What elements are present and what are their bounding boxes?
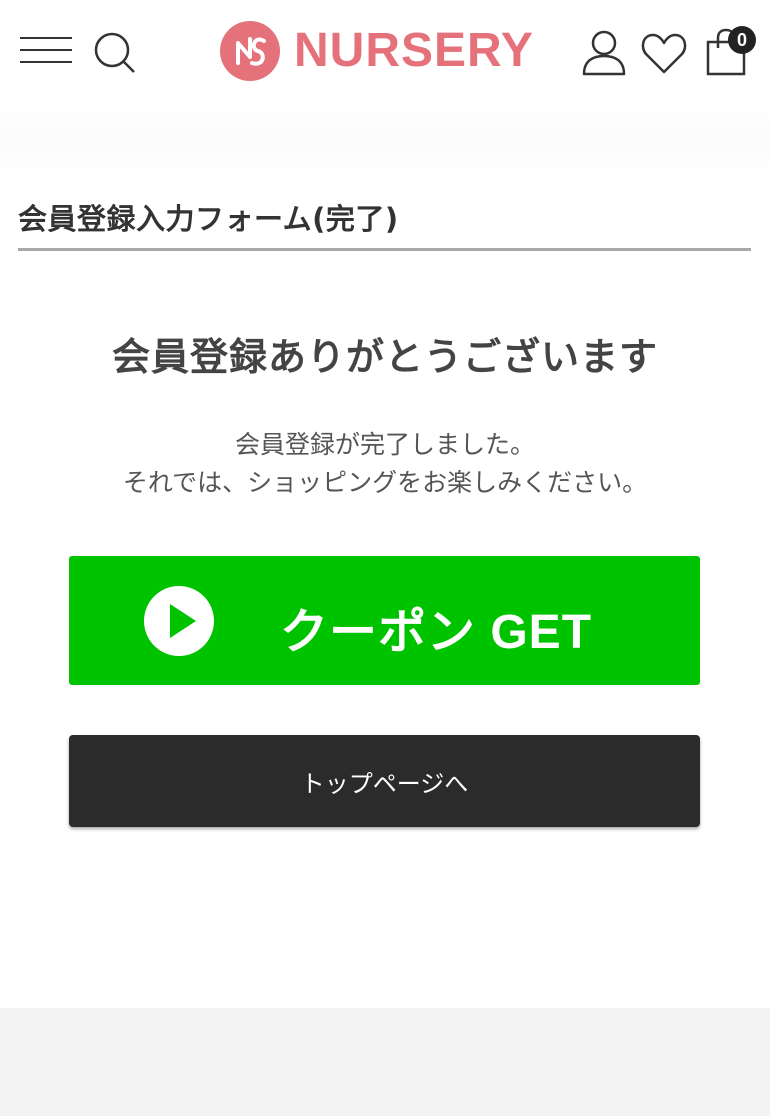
coupon-button-label: クーポン GET xyxy=(280,606,593,659)
logo-text: NURSERY xyxy=(294,24,534,77)
top-page-button[interactable]: トップページへ xyxy=(69,735,700,827)
site-header: NURSERY 0 xyxy=(0,0,770,100)
hamburger-menu-icon[interactable] xyxy=(20,36,74,66)
footer-area xyxy=(0,1008,770,1116)
message-line-1: 会員登録が完了しました。 xyxy=(234,430,535,459)
coupon-get-button[interactable]: クーポン GET xyxy=(69,556,700,685)
banner-area xyxy=(0,100,770,180)
cart-count-badge: 0 xyxy=(728,26,756,54)
heart-icon[interactable] xyxy=(640,30,688,76)
message-line-2: それでは、ショッピングをお楽しみください。 xyxy=(122,468,648,497)
site-logo[interactable]: NURSERY xyxy=(220,20,550,82)
thanks-heading: 会員登録ありがとうございます xyxy=(111,335,658,379)
top-page-button-label: トップページへ xyxy=(300,769,469,798)
play-icon xyxy=(144,586,214,656)
user-icon[interactable] xyxy=(580,28,628,78)
completion-message: 会員登録が完了しました。 それでは、ショッピングをお楽しみください。 xyxy=(0,426,770,502)
search-icon[interactable] xyxy=(92,30,138,76)
section-divider xyxy=(18,248,751,251)
section-title: 会員登録入力フォーム(完了) xyxy=(18,202,399,236)
logo-mark-icon xyxy=(220,21,280,81)
shopping-bag-icon[interactable]: 0 xyxy=(704,26,756,78)
